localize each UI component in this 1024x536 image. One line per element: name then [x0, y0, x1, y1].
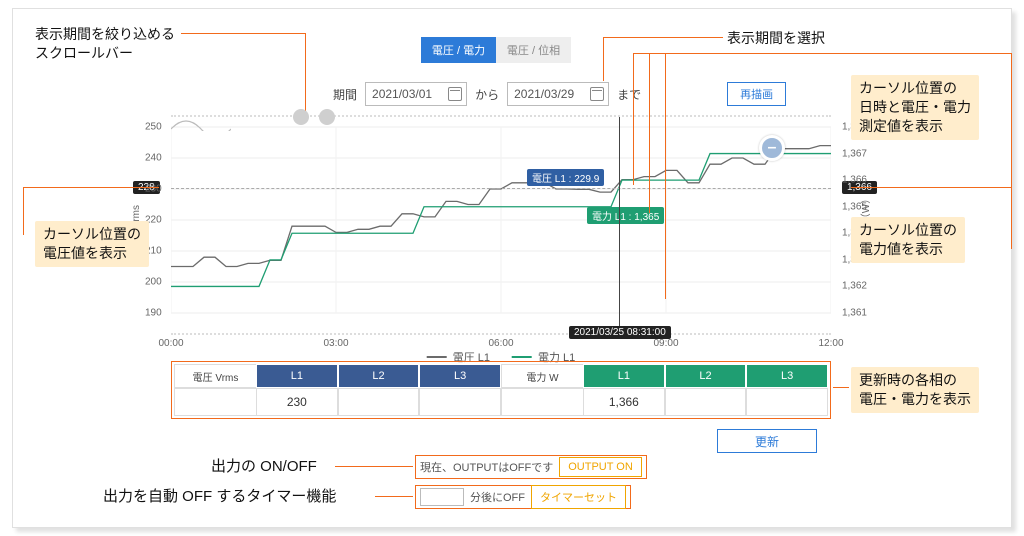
date-from-input[interactable]: 2021/03/01: [365, 82, 467, 106]
date-range-row: 期間 2021/03/01 から 2021/03/29 まで 再描画: [333, 82, 786, 106]
annotation-cursor-voltage: カーソル位置の 電圧値を表示: [35, 221, 149, 267]
lead-line: [181, 33, 305, 34]
annotation-scrollbar: 表示期間を絞り込める スクロールバー: [35, 25, 175, 63]
phase-power-value: 1,366: [583, 388, 665, 416]
lead-line: [603, 37, 723, 38]
lead-line: [23, 187, 24, 235]
annotation-timer: 出力を自動 OFF するタイマー機能: [103, 487, 336, 507]
phase-col-header: L1: [256, 364, 338, 388]
lead-line: [851, 187, 1011, 188]
lead-line: [603, 37, 604, 81]
calendar-icon[interactable]: [448, 87, 462, 101]
redraw-button[interactable]: 再描画: [727, 82, 786, 106]
overview-mini-icon: [171, 117, 231, 131]
annotation-phase-table: 更新時の各相の 電圧・電力を表示: [851, 367, 979, 413]
lead-line: [305, 33, 306, 115]
lead-line: [1011, 53, 1012, 249]
phase-power-value: [665, 388, 747, 416]
tab-voltage-power[interactable]: 電圧 / 電力: [421, 37, 496, 63]
range-scroll-right-handle[interactable]: [319, 109, 335, 125]
calendar-icon[interactable]: [590, 87, 604, 101]
lead-line: [633, 53, 634, 185]
date-to-value: 2021/03/29: [514, 87, 574, 101]
period-label: 期間: [333, 86, 357, 103]
phase-col-header: L3: [746, 364, 828, 388]
tooltip-voltage: 電圧 L1 : 229.9: [527, 169, 604, 186]
output-status-text: 現在、OUTPUTはOFFです: [420, 459, 553, 475]
lead-line: [833, 387, 849, 388]
timer-suffix: 分後にOFF: [470, 489, 525, 505]
phase-power-label: 電力 W: [501, 364, 583, 388]
annotation-select-period: 表示期間を選択: [727, 29, 825, 48]
phase-voltage-label: 電圧 Vrms: [174, 364, 256, 388]
date-until: まで: [617, 86, 641, 103]
phase-voltage-value: 230: [256, 388, 338, 416]
lead-line: [335, 466, 413, 467]
phase-voltage-value: [419, 388, 501, 416]
cursor-vertical-line[interactable]: [619, 117, 620, 337]
date-to-input[interactable]: 2021/03/29: [507, 82, 609, 106]
phase-table: 電圧 Vrms L1 L2 L3 230 電力 W L1 L2 L3: [171, 361, 831, 419]
annotation-cursor-power: カーソル位置の 電力値を表示: [851, 217, 965, 263]
update-button[interactable]: 更新: [717, 429, 817, 453]
lead-line: [649, 53, 650, 213]
tooltip-power: 電力 L1 : 1,365: [587, 207, 664, 224]
date-to-word: から: [475, 86, 499, 103]
output-on-button[interactable]: OUTPUT ON: [559, 457, 642, 477]
annotation-output-onoff: 出力の ON/OFF: [211, 457, 317, 477]
annotation-cursor-all: カーソル位置の 日時と電圧・電力 測定値を表示: [851, 75, 979, 140]
phase-col-header: L1: [583, 364, 665, 388]
chart-marker-handle[interactable]: [759, 135, 785, 161]
phase-power-value: [746, 388, 828, 416]
lead-line: [23, 187, 159, 188]
phase-col-header: L3: [419, 364, 501, 388]
cursor-horizontal-dash: [171, 188, 831, 189]
phase-col-header: L2: [665, 364, 747, 388]
phase-voltage-value: [338, 388, 420, 416]
chart-area[interactable]: Vrms 電力（W） 228 1,366 電圧 L1 : 229.9 電力 L1…: [171, 115, 831, 335]
lead-line: [375, 496, 413, 497]
timer-minutes-input[interactable]: [420, 488, 464, 506]
date-from-value: 2021/03/01: [372, 87, 432, 101]
phase-col-header: L2: [338, 364, 420, 388]
lead-line: [633, 53, 1011, 54]
lead-line: [665, 53, 666, 299]
timer-set-button[interactable]: タイマーセット: [531, 485, 626, 509]
tab-voltage-phase[interactable]: 電圧 / 位相: [496, 37, 571, 63]
range-scroll-left-handle[interactable]: [293, 109, 309, 125]
